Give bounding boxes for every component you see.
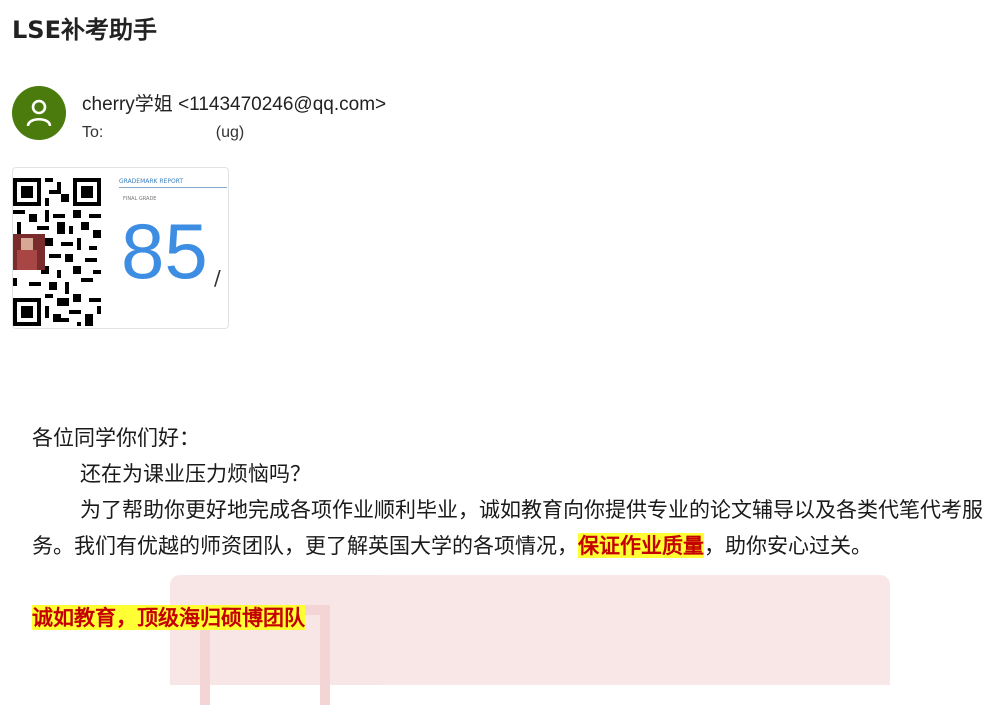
- highlight-quality: 保证作业质量: [578, 533, 704, 558]
- paragraph-text-end: ，助你安心过关。: [704, 534, 872, 558]
- to-label: To:: [82, 124, 104, 141]
- report-header: GRADEMARK REPORT: [119, 178, 227, 188]
- slogan: 诚如教育，顶级海归硕博团队: [32, 600, 992, 636]
- page-title: LSE补考助手: [12, 16, 157, 44]
- qr-code-image: [13, 178, 101, 326]
- score-value: 85: [121, 207, 208, 295]
- sender-avatar[interactable]: [12, 86, 66, 140]
- image-attachment[interactable]: GRADEMARK REPORT FINAL GRADE 85 /: [12, 167, 229, 329]
- message-body: 各位同学你们好： 还在为课业压力烦恼吗？ 为了帮助你更好地完成各项作业顺利毕业，…: [32, 420, 992, 636]
- report-subheader: FINAL GRADE: [123, 196, 157, 202]
- body-paragraph: 为了帮助你更好地完成各项作业顺利毕业，诚如教育向你提供专业的论文辅导以及各类代笔…: [32, 492, 992, 564]
- body-line: 还在为课业压力烦恼吗？: [80, 462, 311, 486]
- slogan-highlight: 诚如教育，顶级海归硕博团队: [32, 605, 305, 630]
- score-suffix: /: [214, 266, 221, 290]
- greeting: 各位同学你们好：: [32, 426, 200, 450]
- sender-name[interactable]: cherry学姐 <1143470246@qq.com>: [82, 89, 386, 116]
- recipient-row: To: (ug): [82, 124, 244, 142]
- recipient-name[interactable]: (ug): [216, 124, 244, 141]
- person-icon: [26, 99, 52, 127]
